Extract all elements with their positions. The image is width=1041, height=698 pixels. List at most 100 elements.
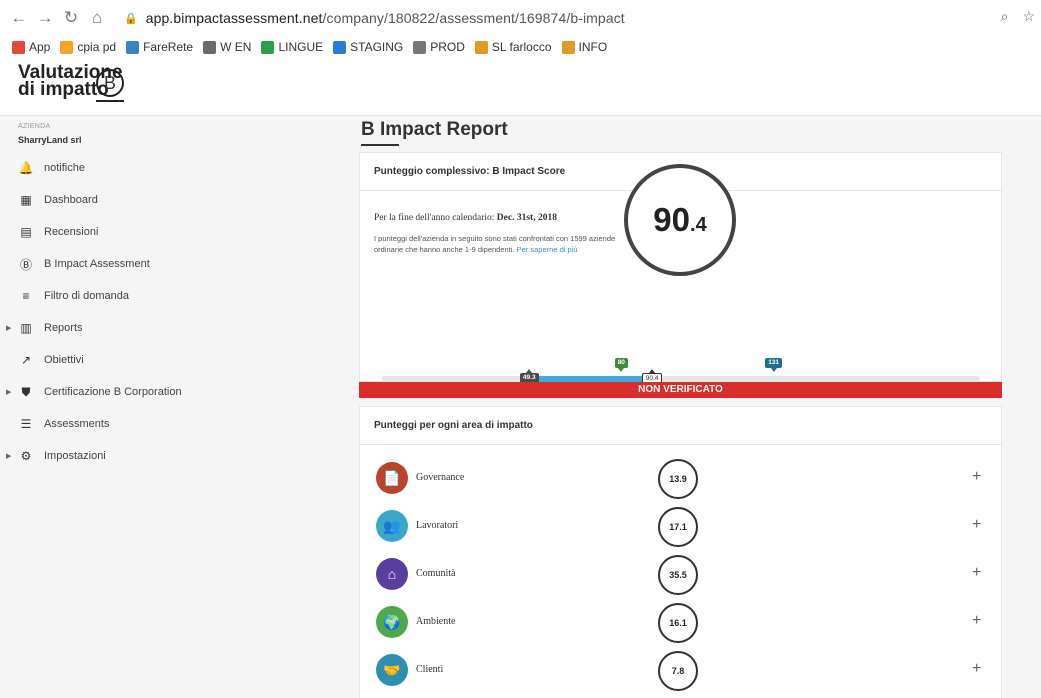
area-name: Ambiente: [416, 616, 456, 627]
home-icon[interactable]: ⌂: [84, 8, 110, 28]
learn-more-link[interactable]: Per saperne di più: [517, 245, 578, 254]
bookmark-item[interactable]: App: [12, 40, 50, 54]
impact-area-row[interactable]: 👥 Lavoratori 17.1 +: [360, 507, 1003, 547]
expand-plus-icon[interactable]: +: [972, 612, 981, 630]
back-icon[interactable]: ←: [6, 8, 32, 28]
sidebar-item-label: Certificazione B Corporation: [44, 386, 182, 398]
reload-icon[interactable]: ↻: [58, 8, 84, 28]
list-icon: ☰: [20, 417, 32, 431]
bookmark-item[interactable]: W EN: [203, 40, 251, 54]
median-score-marker: 80: [614, 358, 628, 368]
impact-area-row[interactable]: 📄 Governance 13.9 +: [360, 459, 1003, 499]
address-bar[interactable]: app.bimpactassessment.net/company/180822…: [146, 10, 625, 26]
low-score-marker-pointer: [526, 369, 533, 373]
sidebar-item-filtro-di-domanda[interactable]: ≡ Filtro di domanda: [0, 286, 358, 306]
impact-area-row[interactable]: ⌂ Comunità 35.5 +: [360, 555, 1003, 595]
bookmark-label: FareRete: [143, 40, 194, 54]
bookmark-label: App: [29, 40, 51, 54]
compare-text: I punteggi dell'azienda in seguito sono …: [374, 233, 624, 255]
lock-icon[interactable]: 🔒: [124, 12, 138, 25]
expand-plus-icon[interactable]: +: [972, 516, 981, 534]
area-glyph-icon: 🤝: [383, 661, 401, 678]
sidebar-item-recensioni[interactable]: ▤ Recensioni: [0, 222, 358, 242]
sidebar-item-label: Dashboard: [44, 194, 98, 206]
area-score: 16.1: [658, 603, 698, 643]
bookmark-label: LINGUE: [278, 40, 324, 54]
forward-icon[interactable]: →: [32, 8, 58, 28]
bar-chart-icon: ▥: [20, 321, 32, 335]
bookmark-item[interactable]: FareRete: [126, 40, 193, 54]
period-date: Dec. 31st, 2018: [496, 213, 557, 223]
filter-icon: ≡: [22, 289, 30, 303]
bell-icon: 🔔: [18, 161, 34, 175]
b-logo-icon: B: [96, 69, 124, 97]
caret-right-icon[interactable]: ▶: [6, 388, 11, 396]
app-header: Valutazione di impatto B: [0, 58, 1041, 116]
area-icon: 📄: [376, 462, 408, 494]
bookmark-label: W EN: [220, 40, 252, 54]
bookmark-item[interactable]: cpia pd: [60, 40, 116, 54]
area-name: Governance: [416, 472, 465, 483]
bookmark-item[interactable]: PROD: [413, 40, 465, 54]
sidebar-item-reports[interactable]: ▶ ▥ Reports: [0, 318, 358, 338]
page-title: B Impact Report: [361, 119, 508, 140]
bookmark-item[interactable]: INFO: [561, 40, 608, 54]
area-glyph-icon: 📄: [383, 469, 401, 486]
bookmark-icon: [561, 40, 575, 54]
dashboard-icon: ▦: [20, 193, 32, 207]
url-path: /company/180822/assessment/169874/b-impa…: [322, 10, 625, 26]
expand-plus-icon[interactable]: +: [972, 564, 981, 582]
expand-plus-icon[interactable]: +: [972, 468, 981, 486]
bookmark-item[interactable]: STAGING: [333, 40, 403, 54]
bookmark-label: STAGING: [350, 40, 404, 54]
area-score: 35.5: [658, 555, 698, 595]
impact-area-row[interactable]: 🤝 Clienti 7.8 +: [360, 651, 1003, 691]
url-host: app.bimpactassessment.net: [145, 10, 323, 26]
star-icon[interactable]: ☆: [1022, 8, 1035, 25]
sidebar: AZIENDA SharryLand srl 🔔 notifiche ▦ Dashbo…: [0, 116, 358, 698]
sidebar-item-obiettivi[interactable]: ↗ Obiettivi: [0, 350, 358, 370]
area-glyph-icon: ⌂: [387, 566, 397, 582]
overall-score-dec: .4: [690, 214, 707, 236]
sidebar-item-dashboard[interactable]: ▦ Dashboard: [0, 190, 358, 210]
bookmark-item[interactable]: LINGUE: [261, 40, 323, 54]
bookmark-label: cpia pd: [77, 40, 117, 54]
sidebar-item-assessments[interactable]: ☰ Assessments: [0, 414, 358, 434]
reviews-icon: ▤: [20, 225, 32, 239]
overall-score: 90.4: [653, 201, 706, 239]
sidebar-item-impostazioni[interactable]: ▶ ⚙ Impostazioni: [0, 446, 358, 466]
bookmark-item[interactable]: SL farlocco: [474, 40, 552, 54]
shield-icon: ⛊: [21, 384, 31, 399]
area-glyph-icon: 🌍: [383, 613, 401, 630]
caret-right-icon[interactable]: ▶: [6, 452, 11, 460]
overall-score-int: 90: [653, 201, 691, 238]
bookmark-icon: [413, 40, 427, 54]
bookmark-icon: [60, 40, 74, 54]
area-name: Lavoratori: [416, 520, 459, 531]
area-name: Clienti: [416, 664, 444, 675]
sidebar-item-label: notifiche: [44, 162, 85, 174]
bookmark-label: INFO: [578, 40, 608, 54]
bookmark-icon: [126, 40, 140, 54]
status-banner: NON VERIFICATO: [359, 382, 1002, 398]
bookmark-icon: [333, 40, 347, 54]
area-icon: 🌍: [376, 606, 408, 638]
period-text: Per la fine dell'anno calendario: Dec. 3…: [374, 213, 557, 223]
sidebar-item-notifiche[interactable]: 🔔 notifiche: [0, 158, 358, 178]
sidebar-item-label: Reports: [44, 322, 83, 334]
area-score: 17.1: [658, 507, 698, 547]
sidebar-item-b-impact-assessment[interactable]: Ⓑ B Impact Assessment: [0, 254, 358, 274]
bookmark-icon: [203, 40, 217, 54]
sidebar-item-label: Filtro di domanda: [44, 290, 129, 302]
caret-right-icon[interactable]: ▶: [6, 324, 11, 332]
area-glyph-icon: 👥: [383, 517, 401, 534]
company-label: AZIENDA: [18, 123, 51, 130]
impact-area-row[interactable]: 🌍 Ambiente 16.1 +: [360, 603, 1003, 643]
expand-plus-icon[interactable]: +: [972, 660, 981, 678]
sidebar-item-label: Recensioni: [44, 226, 99, 238]
sidebar-item-certificazione-b-corporation[interactable]: ▶ ⛊ Certificazione B Corporation: [0, 382, 358, 402]
area-icon: ⌂: [376, 558, 408, 590]
bookmarks-bar: App cpia pd FareRete W EN LINGUE STAGING PROD S…: [0, 36, 1041, 58]
zoom-icon[interactable]: ⌕: [1001, 8, 1009, 25]
logo-underline: [96, 100, 124, 102]
